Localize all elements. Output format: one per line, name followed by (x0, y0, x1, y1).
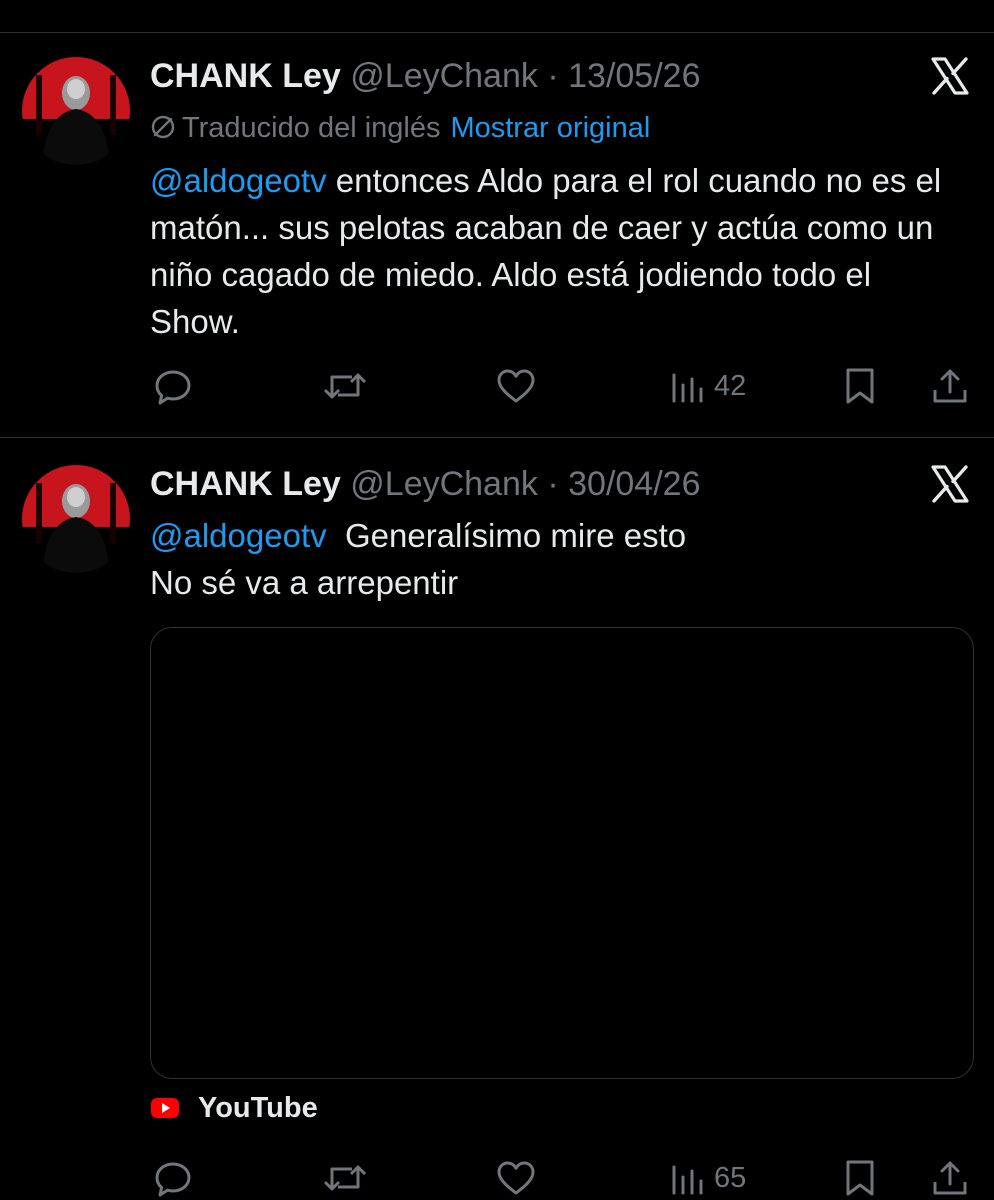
bookmark-icon (846, 1160, 874, 1196)
tweet-divider (0, 437, 994, 438)
tweet-line-1: Generalísimo mire esto (344, 517, 687, 554)
show-original-link[interactable]: Mostrar original (450, 112, 650, 144)
reply-icon (155, 370, 191, 405)
author-handle[interactable]: @LeyChank (350, 57, 538, 95)
translated-label: Traducido del inglés (182, 112, 441, 144)
views-count: 65 (714, 1161, 747, 1194)
author-name[interactable]: CHANK Ley (150, 57, 341, 95)
like-button[interactable] (495, 364, 537, 408)
action-bar: 42 (0, 364, 994, 414)
youtube-icon (151, 1098, 179, 1118)
reply-icon (155, 1162, 191, 1197)
tweet-header: CHANK Ley @LeyChank · 30/04/26 (150, 464, 700, 504)
x-logo[interactable] (930, 464, 970, 504)
tweet-date[interactable]: 13/05/26 (568, 57, 700, 95)
author-name[interactable]: CHANK Ley (150, 465, 341, 503)
action-bar: 65 (0, 1156, 994, 1200)
author-handle[interactable]: @LeyChank (350, 465, 538, 503)
retweet-icon (323, 1165, 367, 1191)
mention-link[interactable]: @aldogeotv (150, 517, 327, 554)
tweet-text: @aldogeotv Generalísimo mire esto No sé … (150, 512, 970, 606)
views-button[interactable]: 42 (670, 364, 746, 408)
views-count: 42 (714, 369, 747, 402)
share-button[interactable] (930, 364, 970, 408)
retweet-button[interactable] (322, 1156, 368, 1200)
translate-icon (151, 115, 175, 139)
like-icon (497, 1161, 535, 1195)
link-source-label: YouTube (198, 1091, 318, 1124)
translation-notice: Traducido del inglés Mostrar original (150, 110, 650, 146)
bookmark-button[interactable] (842, 1156, 878, 1200)
views-icon (672, 373, 703, 403)
top-divider (0, 32, 994, 33)
tweet-line-2: No sé va a arrepentir (150, 564, 459, 601)
link-source[interactable]: YouTube (150, 1090, 318, 1126)
avatar[interactable] (22, 465, 130, 573)
retweet-button[interactable] (322, 364, 368, 408)
tweet-header: CHANK Ley @LeyChank · 13/05/26 (150, 56, 700, 96)
mention-link[interactable]: @aldogeotv (150, 162, 327, 199)
views-button[interactable]: 65 (670, 1156, 746, 1200)
x-logo[interactable] (930, 56, 970, 96)
separator: · (547, 465, 559, 503)
like-icon (497, 369, 535, 403)
views-icon (672, 1165, 703, 1195)
separator: · (547, 57, 559, 95)
share-button[interactable] (930, 1156, 970, 1200)
bookmark-icon (846, 368, 874, 404)
bookmark-button[interactable] (842, 364, 878, 408)
tweet-text: @aldogeotv entonces Aldo para el rol cua… (150, 157, 970, 345)
retweet-icon (323, 373, 367, 399)
avatar[interactable] (22, 57, 130, 165)
reply-button[interactable] (152, 1156, 194, 1200)
like-button[interactable] (495, 1156, 537, 1200)
share-icon (933, 1161, 967, 1195)
reply-button[interactable] (152, 364, 194, 408)
video-embed[interactable] (150, 627, 974, 1079)
share-icon (933, 369, 967, 403)
tweet-date[interactable]: 30/04/26 (568, 465, 700, 503)
